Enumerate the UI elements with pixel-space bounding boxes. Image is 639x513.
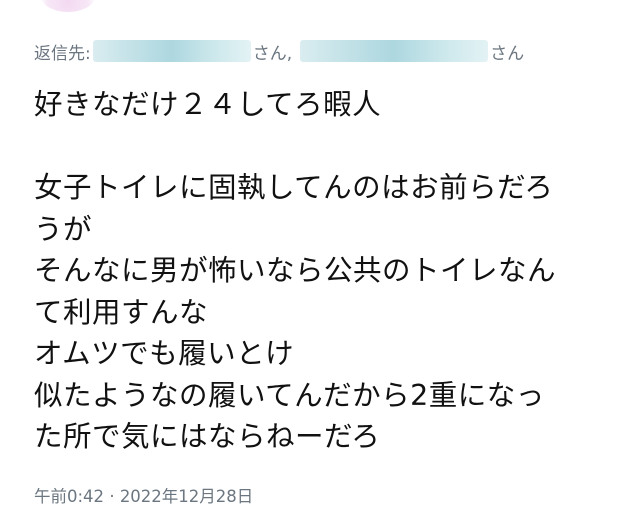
- reply-to-label: 返信先:: [34, 43, 91, 64]
- avatar[interactable]: [40, 0, 96, 12]
- mention-suffix-1: さん,: [252, 43, 293, 64]
- tweet-line: 女子トイレに固執してんのはお前らだろ: [34, 171, 554, 204]
- tweet-date: 2022年12月28日: [119, 487, 254, 506]
- tweet-line: て利用すんな: [34, 295, 209, 329]
- tweet-body: 好きなだけ２４してろ暇人 女子トイレに固執してんのはお前らだろ うが そんなに男…: [34, 84, 626, 458]
- tweet-line: 好きなだけ２４してろ暇人: [34, 88, 382, 121]
- timestamp-separator: ·: [109, 487, 115, 506]
- tweet-line: 似たようなの履いてんだから2重になっ: [34, 378, 545, 412]
- tweet-line: オムツでも履いとけ: [34, 337, 295, 370]
- mention-suffix-2: さん: [490, 43, 525, 64]
- tweet-line: そんなに男が怖いなら公共のトイレなん: [34, 254, 557, 287]
- tweet-time: 午前0:42: [34, 487, 105, 506]
- tweet-line: うが: [34, 212, 93, 246]
- redacted-mention-1[interactable]: [92, 40, 251, 62]
- redacted-mention-2[interactable]: [300, 40, 489, 62]
- tweet-line: た所で気にはならねーだろ: [34, 420, 381, 453]
- tweet-timestamp[interactable]: 午前0:42 · 2022年12月28日: [34, 483, 253, 507]
- reply-to-line: 返信先: さん, さん: [34, 38, 524, 64]
